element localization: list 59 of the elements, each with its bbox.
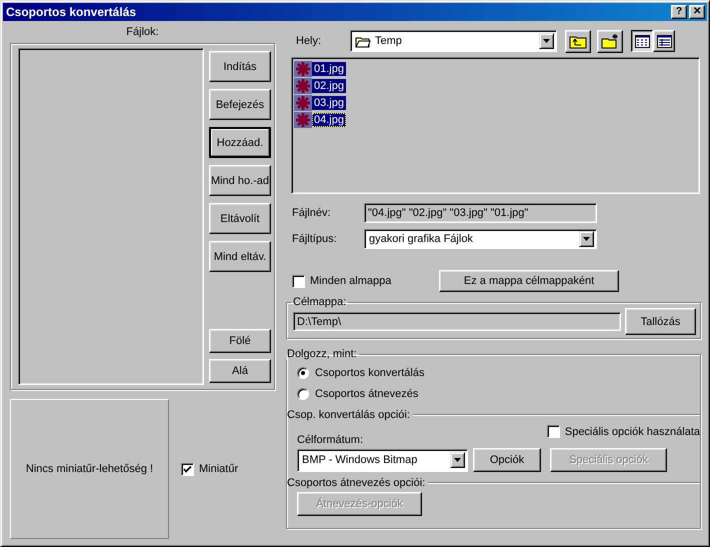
radio-button[interactable] [297, 388, 309, 400]
file-list[interactable]: 01.jpg 02.jpg 03.jpg 04.jpg [291, 57, 700, 194]
image-file-icon [294, 112, 312, 128]
details-view-icon [656, 34, 672, 48]
location-label: Hely: [295, 35, 322, 47]
target-folder-field[interactable]: D:\Temp\ [293, 312, 621, 331]
dropdown-button[interactable] [450, 452, 465, 468]
close-button[interactable]: ✕ [689, 5, 705, 19]
radio-button[interactable] [297, 366, 309, 378]
radio-label: Csoportos átnevezés [315, 388, 418, 400]
checkbox[interactable] [292, 274, 305, 288]
filename-label: Fájlnév: [291, 207, 332, 219]
image-file-icon [294, 94, 312, 110]
dropdown-button[interactable] [579, 231, 594, 247]
move-button[interactable]: Fölé [209, 329, 271, 353]
folder-icon [355, 34, 371, 48]
filetype-dropdown[interactable]: gyakori grafika Fájlok [364, 229, 597, 249]
group-label: Célmappa: [292, 296, 348, 308]
location-dropdown[interactable]: Temp [350, 30, 557, 52]
checkbox-label: Speciális opciók használata [564, 426, 700, 438]
caret-icon [454, 458, 461, 462]
help-button[interactable]: ? [671, 5, 687, 19]
view-button[interactable] [631, 30, 653, 52]
action-button[interactable]: Indítás [209, 51, 271, 82]
thumbnail-message: Nincs miniatűr-lehetőség ! [26, 463, 154, 475]
new-folder-button[interactable] [597, 30, 623, 52]
section-label: Csoportos átnevezés opciói: [287, 476, 426, 488]
image-file-icon [294, 78, 312, 94]
checkbox-label: Minden almappa [310, 275, 392, 287]
action-button[interactable]: Hozzáad. [209, 127, 271, 158]
up-folder-button[interactable] [565, 30, 591, 52]
group-label: Dolgozz, mint: [286, 348, 358, 360]
location-value: Temp [375, 35, 403, 47]
browse-button[interactable]: Tallózás [625, 308, 696, 335]
checkbox[interactable] [546, 425, 560, 438]
action-button[interactable]: Befejezés [209, 89, 271, 120]
window-title: Csoportos konvertálás [6, 5, 136, 19]
dropdown-button[interactable] [539, 33, 554, 49]
move-button[interactable]: Alá [209, 359, 271, 383]
radio-label: Csoportos konvertálás [315, 366, 424, 378]
new-folder-icon [601, 34, 619, 48]
files-label: Fájlok: [126, 26, 159, 39]
filename-field[interactable]: "04.jpg" "02.jpg" "03.jpg" "01.jpg" [364, 203, 597, 223]
section-label: Csop. konvertálás opciói: [287, 408, 410, 420]
folder-up-arrow-icon [569, 34, 587, 48]
format-dropdown[interactable]: BMP - Windows Bitmap [297, 448, 468, 472]
action-button[interactable]: Mind ho.-ad [209, 165, 271, 196]
list-view-icon [634, 34, 650, 48]
caret-icon [583, 237, 590, 241]
options-button[interactable]: Opciók [473, 448, 541, 472]
filetype-label: Fájltípus: [291, 233, 338, 245]
set-target-button[interactable]: Ez a mappa célmappaként [439, 270, 619, 292]
format-label: Célformátum: [297, 434, 364, 446]
image-file-icon [294, 60, 312, 76]
action-button[interactable]: Mind eltáv. [209, 241, 271, 272]
caret-icon [543, 39, 550, 43]
checkbox[interactable] [181, 462, 194, 476]
action-button[interactable]: Eltávolít [209, 203, 271, 234]
checkbox-label: Miniatűr [199, 463, 238, 475]
